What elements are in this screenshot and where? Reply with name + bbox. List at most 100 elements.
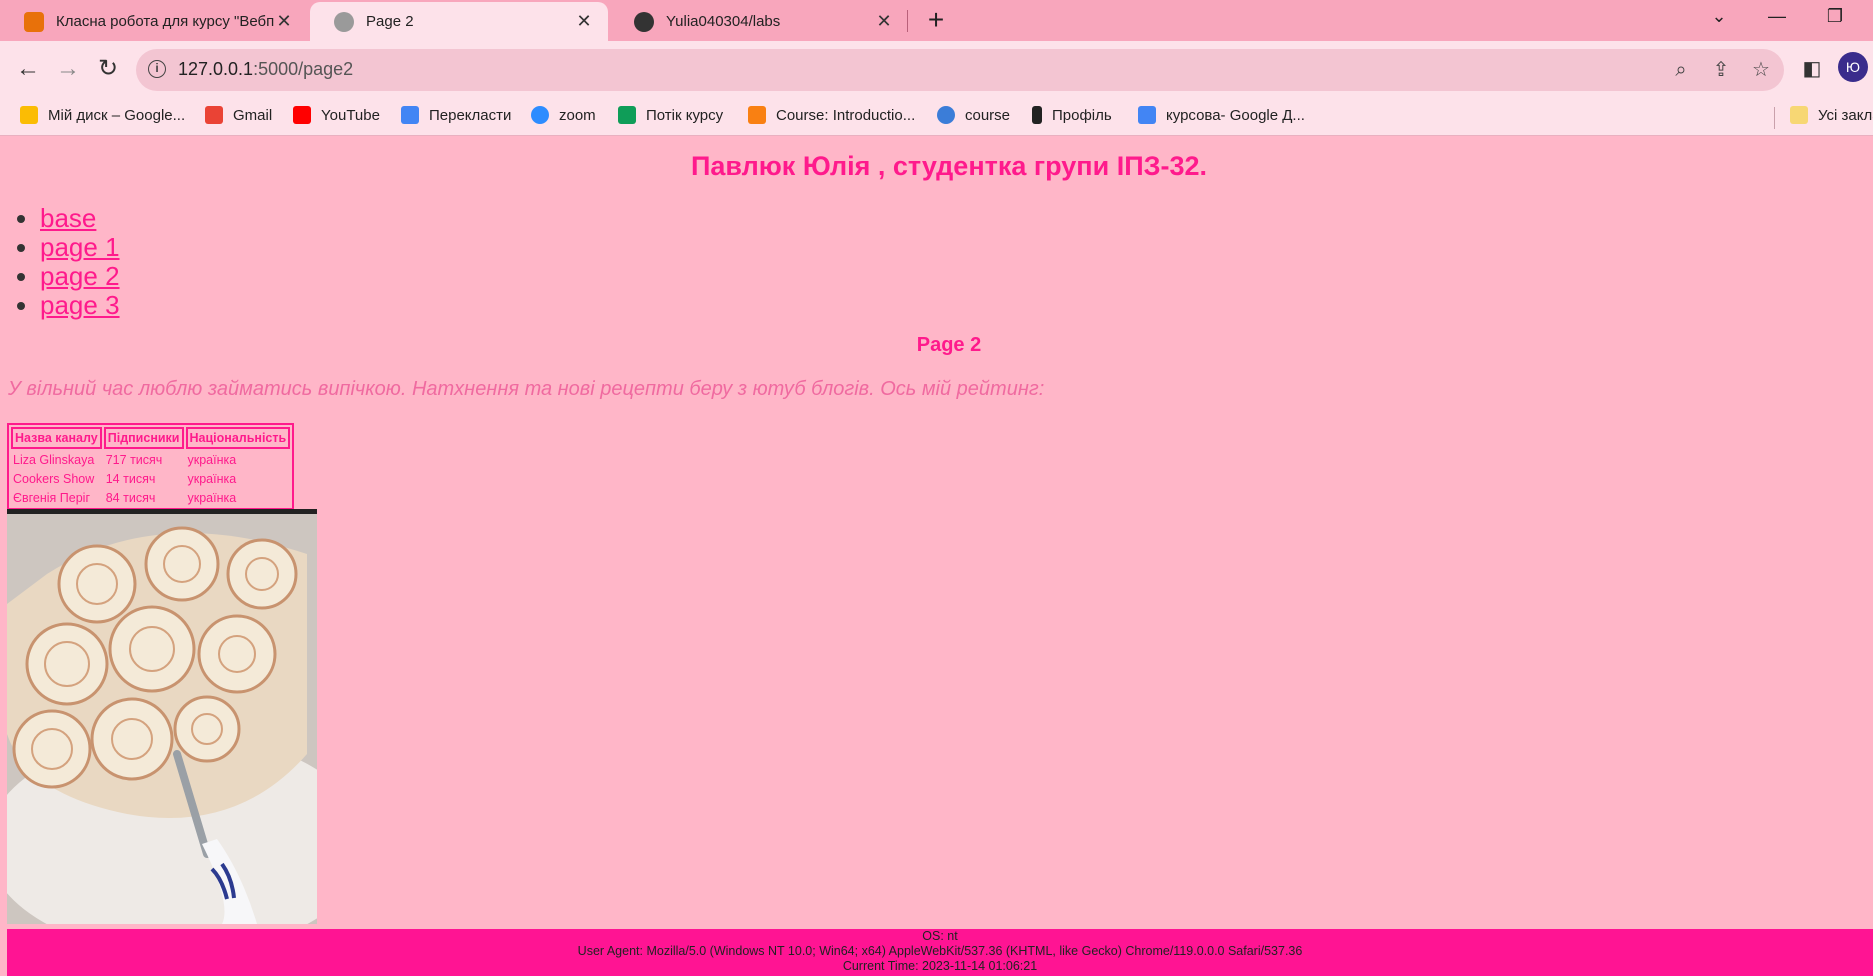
- minimize-icon[interactable]: —: [1762, 6, 1792, 27]
- back-icon[interactable]: ←: [12, 53, 44, 85]
- nav-item-base: base: [40, 204, 120, 233]
- forward-icon[interactable]: →: [52, 53, 84, 85]
- profile-avatar[interactable]: Ю: [1838, 52, 1868, 82]
- nav-link-page-1[interactable]: page 1: [40, 232, 120, 262]
- all-bookmarks-label: Усі закла: [1818, 106, 1873, 124]
- tab-classroom[interactable]: Класна робота для курсу "Вебп ✕: [0, 2, 308, 41]
- page-nav: base page 1 page 2 page 3: [22, 204, 120, 320]
- restore-icon[interactable]: ❐: [1820, 6, 1850, 27]
- rating-table: Назва каналу Підписники Національність L…: [7, 423, 295, 510]
- intro-text: У вільний час люблю займатись випічкою. …: [8, 378, 1045, 400]
- column-header-channel: Назва каналу: [11, 427, 102, 449]
- bookmark-google-docs[interactable]: курсова- Google Д...: [1138, 106, 1305, 124]
- tab-title: Yulia040304/labs: [666, 13, 781, 30]
- close-icon[interactable]: ✕: [874, 11, 894, 32]
- tab-title: Page 2: [366, 13, 414, 30]
- table-cell: українка: [187, 452, 237, 467]
- page-content: Павлюк Юлія , студентка групи ІПЗ-32. ba…: [0, 137, 1873, 976]
- zoom-icon: [531, 106, 549, 124]
- nav-link-base[interactable]: base: [40, 203, 96, 233]
- bookmarks-bar: Мій диск – Google... Gmail YouTube Перек…: [0, 99, 1873, 136]
- browser-toolbar: ← → ↻ i 127.0.0.1:5000/page2 ⌕ ⇪ ☆ ◧ Ю: [0, 41, 1873, 99]
- share-icon[interactable]: ⇪: [1708, 57, 1734, 83]
- table-cell: 84 тисяч: [105, 490, 156, 505]
- page-subtitle: Page 2: [916, 334, 982, 356]
- table-cell: Євгенія Періг: [13, 490, 91, 505]
- bookmark-google-drive[interactable]: Мій диск – Google...: [20, 106, 185, 124]
- table-cell: українка: [187, 490, 237, 505]
- github-icon: [634, 11, 654, 32]
- table-cell: Liza Glinskaya: [13, 452, 95, 467]
- tab-search-icon[interactable]: ⌄: [1704, 6, 1734, 27]
- table-cell: 717 тисяч: [105, 452, 163, 467]
- profile-icon: [1032, 106, 1042, 124]
- bookmark-gmail[interactable]: Gmail: [205, 106, 272, 124]
- bookmarks-divider: [1774, 107, 1775, 129]
- tab-strip: Класна робота для курсу "Вебп ✕ Page 2 ✕…: [0, 0, 1873, 41]
- address-bar[interactable]: i 127.0.0.1:5000/page2 ⌕ ⇪ ☆: [136, 49, 1784, 91]
- tab-separator: [907, 10, 908, 32]
- cinnamon-rolls-photo: [7, 509, 317, 924]
- footer-current-time: Current Time: 2023-11-14 01:06:21: [842, 959, 1038, 973]
- bookmark-label: Gmail: [233, 106, 273, 124]
- table-cell: Cookers Show: [13, 471, 95, 486]
- nav-item-page-1: page 1: [40, 233, 120, 262]
- nav-item-page-2: page 2: [40, 262, 120, 291]
- google-docs-icon: [1138, 106, 1156, 124]
- table-row: Liza Glinskaya 717 тисяч українка: [11, 451, 290, 468]
- zoom-icon[interactable]: ⌕: [1668, 57, 1694, 83]
- photo-illustration: [7, 514, 317, 924]
- bookmark-label: Перекласти: [429, 106, 512, 124]
- bookmark-label: YouTube: [321, 106, 380, 124]
- google-drive-icon: [20, 106, 38, 124]
- bookmark-moodle[interactable]: Course: Introductio...: [748, 106, 915, 124]
- footer-os: OS: nt: [922, 929, 958, 943]
- bookmark-star-icon[interactable]: ☆: [1748, 57, 1774, 83]
- column-header-nationality: Національність: [185, 427, 291, 449]
- classroom-icon: [618, 106, 636, 124]
- bookmark-youtube[interactable]: YouTube: [293, 106, 380, 124]
- youtube-icon: [293, 106, 311, 124]
- bookmark-profile[interactable]: Профіль: [1032, 106, 1112, 124]
- gmail-icon: [205, 106, 223, 124]
- table-header-row: Назва каналу Підписники Національність: [11, 427, 291, 449]
- reload-icon[interactable]: ↻: [92, 53, 124, 85]
- tab-page-2[interactable]: Page 2 ✕: [310, 2, 608, 41]
- close-icon[interactable]: ✕: [574, 11, 594, 32]
- bookmark-label: Потік курсу: [646, 106, 724, 124]
- globe-icon: [334, 11, 354, 32]
- nav-link-page-2[interactable]: page 2: [40, 261, 120, 291]
- table-cell: українка: [187, 471, 237, 486]
- column-header-subscribers: Підписники: [103, 427, 184, 449]
- bookmark-label: курсова- Google Д...: [1166, 106, 1305, 124]
- tab-github[interactable]: Yulia040304/labs ✕: [610, 2, 908, 41]
- footer-user-agent: User Agent: Mozilla/5.0 (Windows NT 10.0…: [577, 944, 1303, 958]
- bookmark-label: Профіль: [1052, 106, 1112, 124]
- table-row: Євгенія Періг 84 тисяч українка: [11, 489, 290, 506]
- close-icon[interactable]: ✕: [274, 11, 294, 32]
- page-footer: OS: nt User Agent: Mozilla/5.0 (Windows …: [7, 929, 1873, 976]
- classroom-icon: [24, 11, 44, 32]
- moodle-icon: [748, 106, 766, 124]
- bookmark-zoom[interactable]: zoom: [531, 106, 596, 124]
- new-tab-button[interactable]: +: [921, 6, 951, 36]
- bookmark-translate[interactable]: Перекласти: [401, 106, 511, 124]
- site-info-icon[interactable]: i: [148, 60, 166, 78]
- nav-item-page-3: page 3: [40, 291, 120, 320]
- translate-icon: [401, 106, 419, 124]
- course-icon: [937, 106, 955, 124]
- table-row: Cookers Show 14 тисяч українка: [11, 470, 290, 487]
- bookmark-course[interactable]: course: [937, 106, 1010, 124]
- nav-link-page-3[interactable]: page 3: [40, 290, 120, 320]
- folder-icon: [1790, 106, 1808, 124]
- url-text[interactable]: 127.0.0.1:5000/page2: [178, 59, 353, 80]
- all-bookmarks-folder[interactable]: Усі закла: [1790, 106, 1873, 124]
- url-path: :5000/page2: [253, 59, 354, 79]
- side-panel-icon[interactable]: ◧: [1796, 53, 1828, 85]
- bookmark-label: Мій диск – Google...: [48, 106, 186, 124]
- bookmark-classroom[interactable]: Потік курсу: [618, 106, 723, 124]
- tab-title: Класна робота для курсу "Вебп: [56, 13, 274, 30]
- page-title: Павлюк Юлія , студентка групи ІПЗ-32.: [690, 151, 1208, 181]
- bookmark-label: zoom: [559, 106, 596, 124]
- table-cell: 14 тисяч: [105, 471, 156, 486]
